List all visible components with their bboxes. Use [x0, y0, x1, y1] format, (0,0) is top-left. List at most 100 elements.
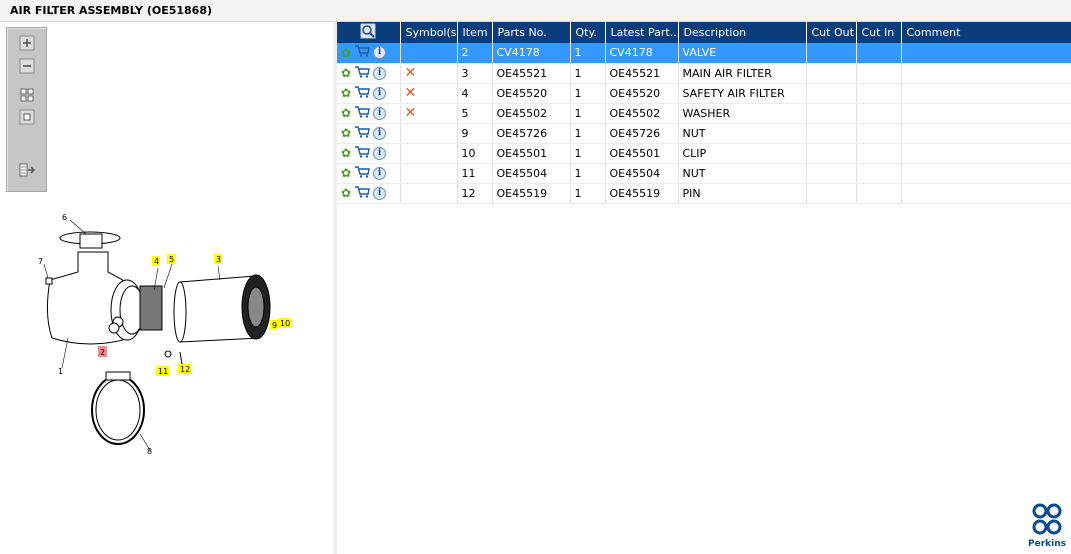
title-bar: AIR FILTER ASSEMBLY (OE51868)	[0, 0, 1071, 22]
item-cell: 11	[457, 163, 493, 184]
gear-icon[interactable]: ✿	[341, 147, 351, 159]
info-icon[interactable]: i	[373, 66, 387, 80]
cart-icon[interactable]	[354, 65, 370, 81]
part-number-cell[interactable]: OE45501	[492, 143, 571, 164]
cut-out-cell	[806, 103, 857, 124]
column-header-actions[interactable]	[337, 22, 401, 43]
row-actions: ✿ i	[337, 63, 401, 84]
symbol-cell: ✕	[400, 83, 458, 104]
part-number-cell[interactable]: OE45521	[492, 63, 571, 84]
cut-out-cell	[806, 63, 857, 84]
table-row[interactable]: ✿ i 12 OE45519 1 OE45519 PIN	[337, 183, 1071, 204]
symbol-cell	[400, 123, 458, 144]
search-parts-icon[interactable]	[360, 23, 376, 42]
item-cell: 3	[457, 63, 493, 84]
symbol-cell	[400, 143, 458, 164]
qty-cell: 1	[570, 63, 606, 84]
cart-icon[interactable]	[354, 125, 370, 141]
perkins-logo: Perkins	[1027, 502, 1067, 552]
table-row[interactable]: ✿ i 10 OE45501 1 OE45501 CLIP	[337, 143, 1071, 164]
latest-part-cell: CV4178	[605, 43, 679, 64]
info-icon[interactable]: i	[373, 186, 387, 200]
logo-text: Perkins	[1028, 539, 1066, 549]
comment-cell[interactable]	[901, 123, 1071, 144]
column-header-cut-in[interactable]: Cut In	[856, 22, 902, 43]
cart-icon[interactable]	[354, 145, 370, 161]
info-icon[interactable]: i	[373, 86, 387, 100]
item-cell: 12	[457, 183, 493, 204]
part-number-cell[interactable]: OE45520	[492, 83, 571, 104]
zoom-out-icon[interactable]	[17, 57, 37, 75]
symbol-cell	[400, 43, 458, 64]
column-header-latest-part[interactable]: Latest Part...	[605, 22, 679, 43]
perkins-logo-icon	[1032, 503, 1062, 535]
gear-icon[interactable]: ✿	[341, 107, 351, 119]
callout-1: 1	[58, 367, 63, 376]
table-row[interactable]: ✿ i 2 CV4178 1 CV4178 VALVE	[337, 43, 1071, 64]
table-row[interactable]: ✿ i ✕ 4 OE45520 1 OE45520 SAFETY AIR FILTER	[337, 83, 1071, 104]
zoom-in-icon[interactable]	[17, 34, 37, 52]
latest-part-cell: OE45519	[605, 183, 679, 204]
gear-icon[interactable]: ✿	[341, 187, 351, 199]
cart-icon[interactable]	[354, 185, 370, 201]
cut-out-cell	[806, 43, 857, 64]
qty-cell: 1	[570, 123, 606, 144]
column-header-cut-out[interactable]: Cut Out	[806, 22, 857, 43]
table-row[interactable]: ✿ i 9 OE45726 1 OE45726 NUT	[337, 123, 1071, 144]
callout-12: 12	[180, 365, 190, 374]
gear-icon[interactable]: ✿	[341, 87, 351, 99]
column-header-comment[interactable]: Comment	[901, 22, 1071, 43]
parts-grid: Symbol(s) Item Parts No. Qty. Latest Par…	[337, 22, 1071, 204]
cart-icon[interactable]	[354, 45, 370, 60]
column-header-description[interactable]: Description	[678, 22, 807, 43]
part-number-cell[interactable]: OE45519	[492, 183, 571, 204]
column-header-qty[interactable]: Qty.	[570, 22, 606, 43]
info-icon[interactable]: i	[373, 146, 387, 160]
comment-cell[interactable]	[901, 103, 1071, 124]
comment-cell[interactable]	[901, 183, 1071, 204]
fit-page-icon[interactable]	[17, 108, 37, 126]
table-row[interactable]: ✿ i ✕ 5 OE45502 1 OE45502 WASHER	[337, 103, 1071, 124]
exploded-diagram[interactable]: 6 7 1 8 4 5 3 9 10 2 11 12	[30, 210, 310, 470]
description-cell: VALVE	[678, 43, 807, 64]
table-row[interactable]: ✿ i ✕ 3 OE45521 1 OE45521 MAIN AIR FILTER	[337, 63, 1071, 84]
comment-cell[interactable]	[901, 143, 1071, 164]
gear-icon[interactable]: ✿	[341, 167, 351, 179]
item-cell: 2	[457, 43, 493, 64]
cut-out-cell	[806, 183, 857, 204]
gear-icon[interactable]: ✿	[341, 127, 351, 139]
part-number-cell[interactable]: CV4178	[492, 43, 571, 64]
cart-icon[interactable]	[354, 85, 370, 101]
cart-icon[interactable]	[354, 105, 370, 121]
item-cell: 10	[457, 143, 493, 164]
latest-part-cell: OE45502	[605, 103, 679, 124]
info-icon[interactable]: i	[373, 126, 387, 140]
comment-cell[interactable]	[901, 83, 1071, 104]
description-cell: WASHER	[678, 103, 807, 124]
comment-cell[interactable]	[901, 63, 1071, 84]
comment-cell[interactable]	[901, 43, 1071, 64]
part-number-cell[interactable]: OE45726	[492, 123, 571, 144]
cut-out-cell	[806, 163, 857, 184]
column-header-symbols[interactable]: Symbol(s)	[400, 22, 458, 43]
row-actions: ✿ i	[337, 43, 401, 64]
cart-icon[interactable]	[354, 165, 370, 181]
export-icon[interactable]	[17, 161, 37, 179]
row-actions: ✿ i	[337, 123, 401, 144]
cut-in-cell	[856, 103, 902, 124]
part-number-cell[interactable]: OE45502	[492, 103, 571, 124]
info-icon[interactable]: i	[373, 166, 387, 180]
part-number-cell[interactable]: OE45504	[492, 163, 571, 184]
comment-cell[interactable]	[901, 163, 1071, 184]
info-icon[interactable]: i	[373, 46, 387, 60]
gear-icon[interactable]: ✿	[341, 47, 351, 59]
column-header-parts-no[interactable]: Parts No.	[492, 22, 571, 43]
table-row[interactable]: ✿ i 11 OE45504 1 OE45504 NUT	[337, 163, 1071, 184]
row-actions: ✿ i	[337, 183, 401, 204]
latest-part-cell: OE45521	[605, 63, 679, 84]
column-header-item[interactable]: Item	[457, 22, 493, 43]
fit-all-icon[interactable]	[17, 86, 37, 104]
gear-icon[interactable]: ✿	[341, 67, 351, 79]
info-icon[interactable]: i	[373, 106, 387, 120]
callout-7: 7	[38, 257, 43, 266]
